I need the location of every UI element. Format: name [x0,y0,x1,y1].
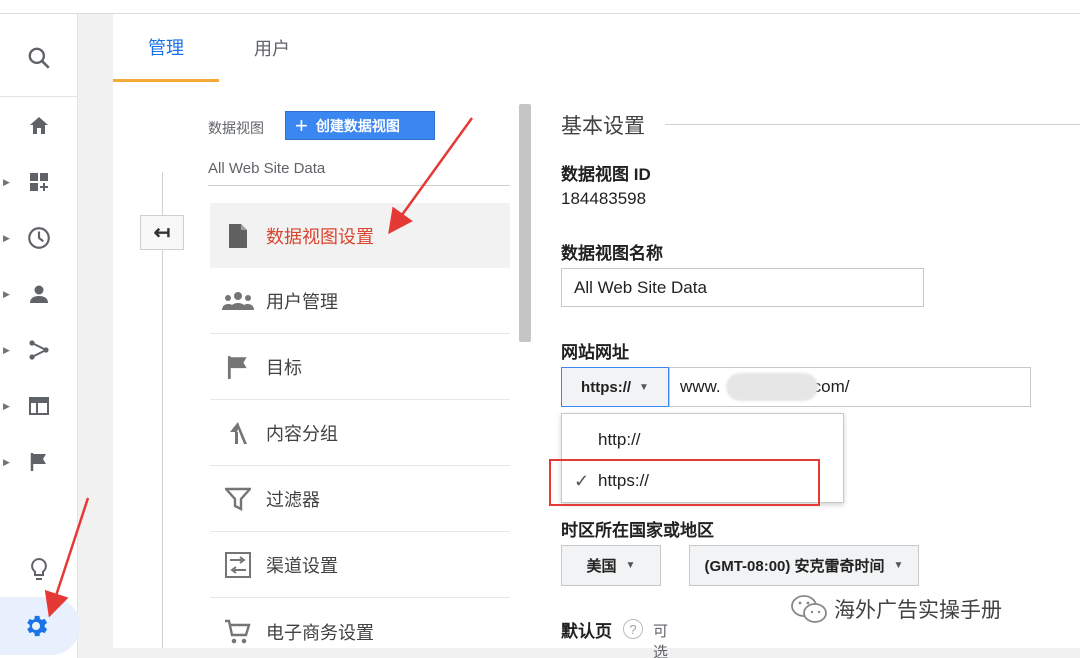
rail-realtime[interactable]: ▶ [0,214,78,262]
menu-item-user-management[interactable]: 用户管理 [210,269,510,334]
search-icon [28,47,50,69]
menu-label: 数据视图设置 [266,226,374,247]
option-label: http:// [598,430,641,449]
protocol-option-http[interactable]: http:// [562,420,845,460]
protocol-select[interactable]: https:// ▼ [561,367,669,407]
gear-icon [27,615,48,637]
menu-label: 内容分组 [266,424,338,444]
view-name-input[interactable] [561,268,924,307]
section-divider [665,124,1080,125]
country-select[interactable]: 美国 ▼ [561,545,661,586]
admin-main-panel: ↤ 数据视图 + 创建数据视图 All Web Site Data 数据视图设置… [113,82,1080,658]
left-nav-rail: ▶ ▶ ▶ ▶ ▶ ▶ [0,14,80,658]
people-icon [222,292,254,310]
tab-users[interactable]: 用户 [231,14,313,82]
realtime-icon [28,227,50,249]
menu-item-content-grouping[interactable]: 内容分组 [210,401,510,466]
document-icon [229,223,247,248]
acquisition-icon [29,340,49,360]
rail-acquisition[interactable]: ▶ [0,326,78,374]
watermark-text: 海外广告实操手册 [834,599,1002,622]
help-icon[interactable]: ? [623,619,643,639]
menu-item-ecommerce-settings[interactable]: 电子商务设置 [210,599,510,658]
expand-caret-icon: ▶ [3,288,10,299]
plus-icon: + [295,112,308,138]
conversions-icon [30,453,46,471]
expand-caret-icon: ▶ [3,232,10,243]
timezone-label: 时区所在国家或地区 [561,521,714,540]
menu-label: 电子商务设置 [266,622,374,643]
view-id-value: 184483598 [561,189,647,208]
expand-caret-icon: ▶ [3,344,10,355]
cart-icon [225,619,251,643]
rail-audience[interactable]: ▶ [0,270,78,318]
chevron-down-icon: ▼ [893,560,904,571]
rail-conversions[interactable]: ▶ [0,438,78,486]
behavior-icon [29,397,49,415]
website-url-input[interactable]: www. com/ [669,367,1031,407]
menu-item-view-settings[interactable]: 数据视图设置 [210,203,510,268]
home-icon [30,117,48,134]
chevron-down-icon: ▼ [639,381,649,393]
menu-item-channel-settings[interactable]: 渠道设置 [210,533,510,598]
customization-icon [30,173,48,191]
url-prefix: www. [680,377,721,396]
wechat-icon [791,595,827,623]
menu-label: 目标 [266,358,302,378]
menu-item-goals[interactable]: 目标 [210,335,510,400]
collapse-back-button[interactable]: ↤ [140,215,184,250]
country-value: 美国 [586,558,617,575]
audience-icon [30,285,48,303]
highlight-box [549,459,820,506]
website-url-label: 网站网址 [561,343,629,362]
filter-icon [225,487,251,511]
menu-item-filters[interactable]: 过滤器 [210,467,510,532]
menu-label: 过滤器 [266,490,320,510]
menu-label: 用户管理 [266,292,338,312]
create-view-label: 创建数据视图 [315,117,400,134]
rail-discover[interactable] [0,546,78,594]
expand-caret-icon: ▶ [3,176,10,187]
rail-behavior[interactable]: ▶ [0,382,78,430]
section-title: 基本设置 [561,115,645,138]
optional-label: 可选 [653,623,669,658]
rail-home[interactable] [0,102,78,150]
menu-scrollbar[interactable] [519,104,531,342]
timezone-select[interactable]: (GMT-08:00) 安克雷奇时间 ▼ [689,545,919,586]
timezone-value: (GMT-08:00) 安克雷奇时间 [704,558,885,575]
protocol-selected: https:// [581,378,632,396]
admin-header-tabs: 管理 用户 [113,14,1080,82]
view-selector-underline [208,185,510,186]
menu-label: 渠道设置 [266,556,338,576]
search-button[interactable] [0,34,78,82]
expand-caret-icon: ▶ [3,456,10,467]
create-view-button[interactable]: + 创建数据视图 [285,111,435,140]
content-grouping-icon [230,422,247,444]
lightbulb-icon [31,557,47,580]
view-column-label: 数据视图 [208,120,264,136]
expand-caret-icon: ▶ [3,400,10,411]
view-name-label: 数据视图名称 [561,244,663,263]
rail-admin[interactable] [0,597,80,655]
tab-admin[interactable]: 管理 [113,14,219,82]
chevron-down-icon: ▼ [625,560,636,571]
flag-icon [227,356,247,379]
redacted-blur [726,373,818,401]
watermark: 海外广告实操手册 [790,594,1002,624]
view-selector[interactable]: All Web Site Data [208,160,325,177]
channel-settings-icon [225,552,251,578]
window-top-bar [0,0,1080,14]
arrow-left-icon: ↤ [153,222,171,244]
view-id-label: 数据视图 ID [561,165,651,184]
url-suffix: com/ [812,377,850,396]
default-page-label: 默认页 [561,622,612,641]
rail-divider [0,96,78,97]
rail-customization[interactable]: ▶ [0,158,78,206]
